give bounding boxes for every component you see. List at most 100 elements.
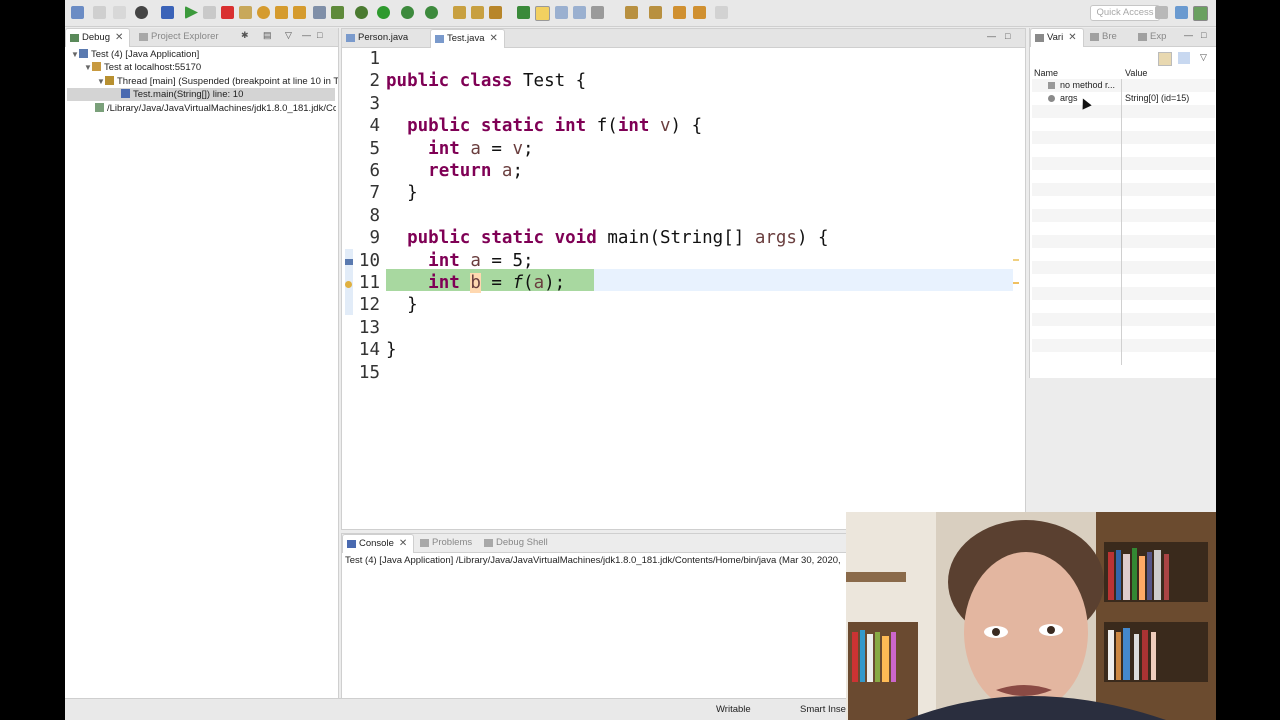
table-row [1032, 326, 1215, 339]
debug-view: Debug ✕ Project Explorer ✱ ▤ ▽ — □ ▼ Test … [65, 28, 339, 698]
minimize-icon[interactable]: — [302, 31, 311, 40]
close-icon[interactable]: ✕ [115, 29, 123, 47]
close-icon[interactable]: ✕ [399, 535, 407, 553]
thread-suspended-icon [105, 76, 114, 85]
use-step-filters-icon[interactable] [331, 6, 344, 19]
console-output[interactable]: Test (4) [Java Application] /Library/Jav… [345, 555, 841, 566]
console-view: Console ✕ Problems Debug Shell Test (4) [… [341, 533, 913, 701]
tree-item-stack-frame[interactable]: Test.main(String[]) line: 10 [67, 88, 335, 101]
view-menu-icon[interactable]: ▽ [285, 31, 294, 40]
tab-debug[interactable]: Debug ✕ [65, 28, 131, 47]
table-row [1032, 170, 1215, 183]
tab-debug-shell[interactable]: Debug Shell [480, 534, 548, 552]
tab-breakpoints[interactable]: Bre [1086, 28, 1117, 46]
status-writable: Writable [716, 704, 751, 715]
tree-item-thread[interactable]: ▼ Thread [main] (Suspended (breakpoint at… [97, 75, 338, 88]
column-name[interactable]: Name [1034, 67, 1058, 79]
maximize-icon[interactable]: □ [1201, 31, 1210, 40]
next-annotation-icon[interactable] [625, 6, 638, 19]
collapse-all-icon[interactable] [1178, 52, 1190, 64]
tab-project-explorer[interactable]: Project Explorer [135, 28, 219, 46]
code-token: static [480, 116, 545, 136]
line-number: 11 [358, 273, 380, 293]
show-whitespace-icon[interactable] [573, 6, 586, 19]
drop-to-frame-icon[interactable] [313, 6, 326, 19]
tab-variables[interactable]: Vari ✕ [1030, 28, 1084, 47]
table-row [1032, 274, 1215, 287]
open-type-icon[interactable] [471, 6, 484, 19]
toggle-mark-occurrences-icon[interactable] [517, 6, 530, 19]
save-all-icon[interactable] [113, 6, 126, 19]
highlight-icon[interactable] [535, 6, 550, 21]
tab-expressions[interactable]: Exp [1134, 28, 1166, 46]
code-line: } [386, 340, 397, 360]
code-token: main(String[] [607, 228, 755, 248]
step-return-icon[interactable] [293, 6, 306, 19]
external-tools-icon[interactable] [425, 6, 438, 19]
table-row[interactable]: no method r... [1032, 79, 1215, 92]
step-into-icon[interactable] [257, 6, 270, 19]
code-token: ; [523, 251, 534, 271]
minimize-icon[interactable]: — [987, 32, 996, 41]
status-insert-mode: Smart Insert [800, 704, 852, 715]
coverage-icon[interactable] [401, 6, 414, 19]
code-token: void [554, 228, 597, 248]
debug-perspective-icon[interactable] [1193, 6, 1208, 21]
editor-tabs: Person.java Test.java ✕ — □ [342, 29, 1025, 48]
back-icon[interactable] [673, 6, 686, 19]
tab-console[interactable]: Console ✕ [342, 534, 415, 553]
expressions-icon [1138, 33, 1147, 41]
variables-icon [1035, 34, 1044, 42]
variables-header: Name Value [1032, 67, 1215, 79]
project-explorer-icon [139, 33, 148, 41]
minimize-icon[interactable]: — [1184, 31, 1193, 40]
suspend-icon[interactable] [203, 6, 216, 19]
java-perspective-icon[interactable] [1175, 6, 1188, 19]
save-icon[interactable] [93, 6, 106, 19]
terminate-icon[interactable] [221, 6, 234, 19]
maximize-icon[interactable]: □ [1005, 32, 1014, 41]
maximize-icon[interactable]: □ [317, 31, 326, 40]
block-selection-icon[interactable] [555, 6, 568, 19]
code-token: int [554, 116, 587, 136]
expanded-arrow-icon[interactable]: ▼ [97, 75, 105, 88]
disconnect-icon[interactable] [239, 6, 252, 19]
show-type-names-icon[interactable] [1158, 52, 1172, 66]
column-divider[interactable] [1121, 79, 1122, 365]
search-icon[interactable] [489, 6, 502, 19]
tab-test-java[interactable]: Test.java ✕ [430, 29, 505, 48]
code-area[interactable]: 1 2 3 4 5 6 7 8 9 10 11 12 13 14 15 publ… [342, 49, 1025, 529]
skip-breakpoints-icon[interactable] [161, 6, 174, 19]
view-menu-icon[interactable]: ▽ [1200, 52, 1207, 63]
new-icon[interactable] [71, 6, 84, 19]
line-number: 8 [369, 206, 380, 226]
line-number: 5 [369, 139, 380, 159]
resume-icon[interactable] [185, 6, 198, 19]
open-perspective-icon[interactable] [1155, 6, 1168, 19]
expanded-arrow-icon[interactable]: ▼ [84, 61, 92, 74]
remove-all-icon[interactable]: ▤ [263, 31, 272, 40]
tree-item-process[interactable]: /Library/Java/JavaVirtualMachines/jdk1.8… [95, 102, 336, 115]
tree-item-vm[interactable]: ▼ Test at localhost:55170 [84, 61, 201, 74]
quick-access-input[interactable]: Quick Access [1090, 5, 1160, 21]
back-arrow-icon[interactable] [693, 6, 706, 19]
table-row [1032, 183, 1215, 196]
remove-terminated-icon[interactable]: ✱ [241, 31, 250, 40]
step-over-icon[interactable] [275, 6, 288, 19]
close-icon[interactable]: ✕ [1068, 29, 1076, 47]
new-java-package-icon[interactable] [453, 6, 466, 19]
run-icon[interactable] [377, 6, 390, 19]
line-number: 7 [369, 183, 380, 203]
debug-icon[interactable] [355, 6, 368, 19]
close-icon[interactable]: ✕ [490, 30, 498, 48]
forward-arrow-icon[interactable] [715, 6, 728, 19]
pilcrow-icon[interactable] [591, 6, 604, 19]
tab-problems[interactable]: Problems [416, 534, 472, 552]
previous-annotation-icon[interactable] [649, 6, 662, 19]
target-icon[interactable] [135, 6, 148, 19]
column-value[interactable]: Value [1125, 67, 1147, 79]
expanded-arrow-icon[interactable]: ▼ [71, 48, 79, 61]
tab-person-java[interactable]: Person.java [342, 29, 408, 47]
tree-item-launch[interactable]: ▼ Test (4) [Java Application] [71, 48, 199, 61]
table-row[interactable]: args String[0] (id=15) [1032, 92, 1215, 105]
